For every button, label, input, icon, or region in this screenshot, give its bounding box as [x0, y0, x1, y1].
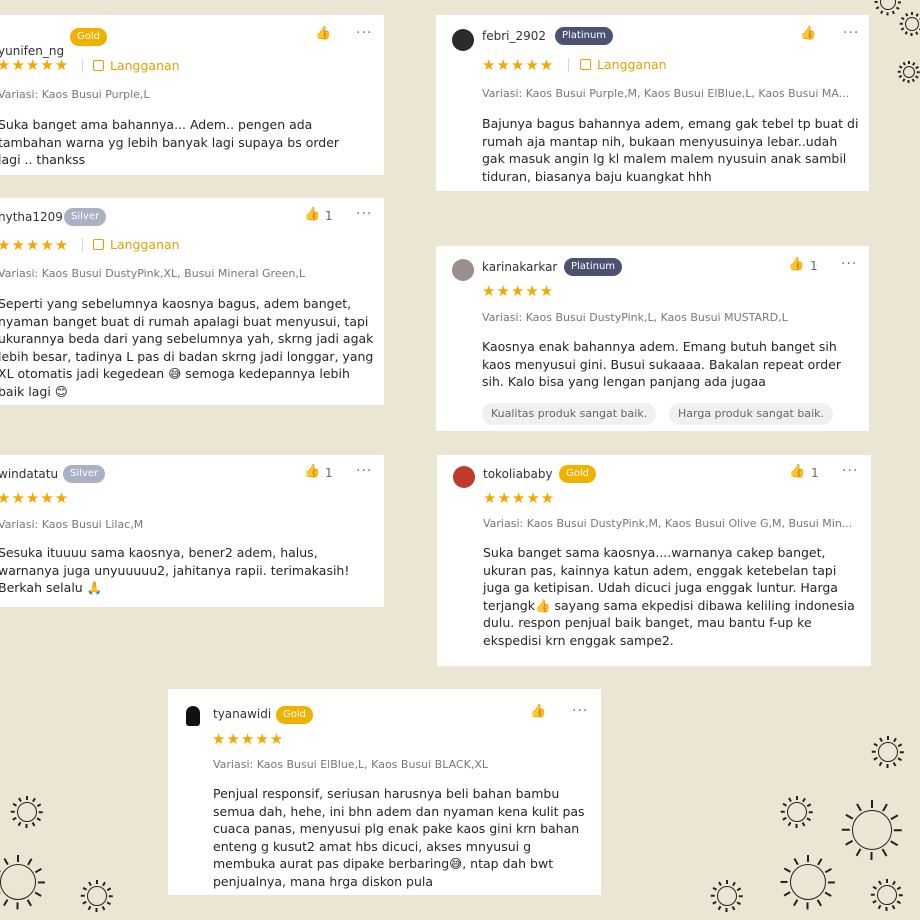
bag-icon [580, 59, 591, 70]
review-card: tyanawidi Gold 👍 ··· ★★★★★ Variasi: Kaos… [168, 689, 601, 895]
reviewer-name[interactable]: tyanawidi [213, 707, 271, 721]
reviewer-name[interactable]: windatatu [0, 467, 58, 481]
subscription-label: Langganan [93, 237, 180, 252]
rating-stars: ★★★★★ [0, 236, 70, 254]
review-tag: Kualitas produk sangat baik. [482, 403, 657, 425]
variant-text: Variasi: Kaos Busui Lilac,M [0, 518, 144, 531]
review-text: Sesuka ituuuu sama kaosnya, bener2 adem,… [0, 545, 350, 595]
sun-doodle-icon [779, 794, 815, 830]
review-text: Bajunya bagus bahannya adem, emang gak t… [482, 116, 859, 184]
sun-doodle-icon [870, 734, 906, 770]
like-count: 1 [811, 466, 819, 480]
sun-doodle-icon [79, 878, 115, 914]
variant-text: Variasi: Kaos Busui DustyPink,M, Kaos Bu… [483, 517, 853, 530]
review-text: Penjual responsif, seriusan harusnya bel… [213, 786, 585, 889]
subscription-label: Langganan [580, 57, 667, 72]
like-icon[interactable]: 👍 [304, 464, 320, 479]
sun-doodle-icon [897, 9, 920, 39]
like-count: 1 [325, 209, 333, 223]
more-icon[interactable]: ··· [356, 463, 372, 479]
more-icon[interactable]: ··· [842, 463, 858, 479]
tier-badge: Platinum [564, 258, 623, 276]
avatar [452, 29, 474, 51]
review-tag: Harga produk sangat baik. [669, 403, 833, 425]
tier-badge: Silver [64, 208, 107, 226]
like-icon[interactable]: 👍 [315, 26, 331, 41]
rating-stars: ★★★★★ [0, 56, 70, 74]
more-icon[interactable]: ··· [843, 25, 859, 41]
review-text: Suka banget sama kaosnya....warnanya cak… [483, 545, 855, 648]
avatar [453, 466, 475, 488]
review-card: windatatu Silver 👍 1 ··· ★★★★★ Variasi: … [0, 455, 384, 607]
like-count: 1 [325, 466, 333, 480]
divider [82, 59, 83, 73]
divider [82, 238, 83, 252]
like-icon[interactable]: 👍 [800, 26, 816, 41]
rating-stars: ★★★★★ [482, 56, 555, 74]
reviewer-name[interactable]: febri_2902 [482, 29, 546, 43]
like-icon[interactable]: 👍 [788, 257, 804, 272]
sun-doodle-icon [0, 854, 46, 910]
variant-text: Variasi: Kaos Busui DustyPink,XL, Busui … [0, 267, 305, 280]
review-card: tokoliababy Gold 👍 1 ··· ★★★★★ Variasi: … [437, 455, 871, 666]
tier-badge: Gold [70, 28, 107, 46]
variant-text: Variasi: Kaos Busui ElBlue,L, Kaos Busui… [213, 758, 488, 771]
subscription-label: Langganan [93, 58, 180, 73]
sun-doodle-icon [780, 854, 836, 910]
more-icon[interactable]: ··· [572, 703, 588, 719]
like-icon[interactable]: 👍 [530, 704, 546, 719]
divider [568, 58, 569, 72]
review-card: nytha1209 Silver 👍 1 ··· ★★★★★ Langganan… [0, 198, 384, 405]
review-text: Suka banget ama bahannya... Adem.. penge… [0, 117, 340, 167]
sun-doodle-icon [842, 800, 902, 860]
sun-doodle-icon [709, 878, 745, 914]
sun-doodle-icon [9, 794, 45, 830]
rating-stars: ★★★★★ [212, 730, 285, 748]
bag-icon [93, 60, 104, 71]
sun-doodle-icon [895, 58, 920, 86]
avatar [452, 259, 474, 281]
reviewer-name[interactable]: nytha1209 [0, 210, 63, 224]
avatar [186, 706, 200, 726]
review-text: Kaosnya enak bahannya adem. Emang butuh … [482, 339, 841, 389]
review-card: yunifen_ng Gold 👍 ··· ★★★★★ Langganan Va… [0, 15, 384, 175]
variant-text: Variasi: Kaos Busui Purple,L [0, 88, 150, 101]
more-icon[interactable]: ··· [356, 25, 372, 41]
rating-stars: ★★★★★ [483, 489, 556, 507]
sun-doodle-icon [869, 877, 905, 913]
tier-badge: Platinum [555, 27, 614, 45]
reviewer-name[interactable]: karinakarkar [482, 260, 557, 274]
rating-stars: ★★★★★ [482, 282, 555, 300]
more-icon[interactable]: ··· [356, 206, 372, 222]
bag-icon [93, 239, 104, 250]
more-icon[interactable]: ··· [841, 256, 857, 272]
review-card: karinakarkar Platinum 👍 1 ··· ★★★★★ Vari… [436, 246, 869, 431]
like-icon[interactable]: 👍 [304, 207, 320, 222]
tier-badge: Silver [63, 465, 106, 483]
tier-badge: Gold [559, 465, 596, 483]
like-count: 1 [810, 259, 818, 273]
like-icon[interactable]: 👍 [789, 464, 805, 479]
review-card: febri_2902 Platinum 👍 ··· ★★★★★ Langgana… [436, 15, 869, 191]
variant-text: Variasi: Kaos Busui Purple,M, Kaos Busui… [482, 87, 850, 100]
variant-text: Variasi: Kaos Busui DustyPink,L, Kaos Bu… [482, 311, 788, 324]
reviewer-name[interactable]: tokoliababy [483, 467, 553, 481]
review-text: Seperti yang sebelumnya kaosnya bagus, a… [0, 296, 374, 399]
rating-stars: ★★★★★ [0, 489, 70, 507]
tier-badge: Gold [276, 706, 313, 724]
